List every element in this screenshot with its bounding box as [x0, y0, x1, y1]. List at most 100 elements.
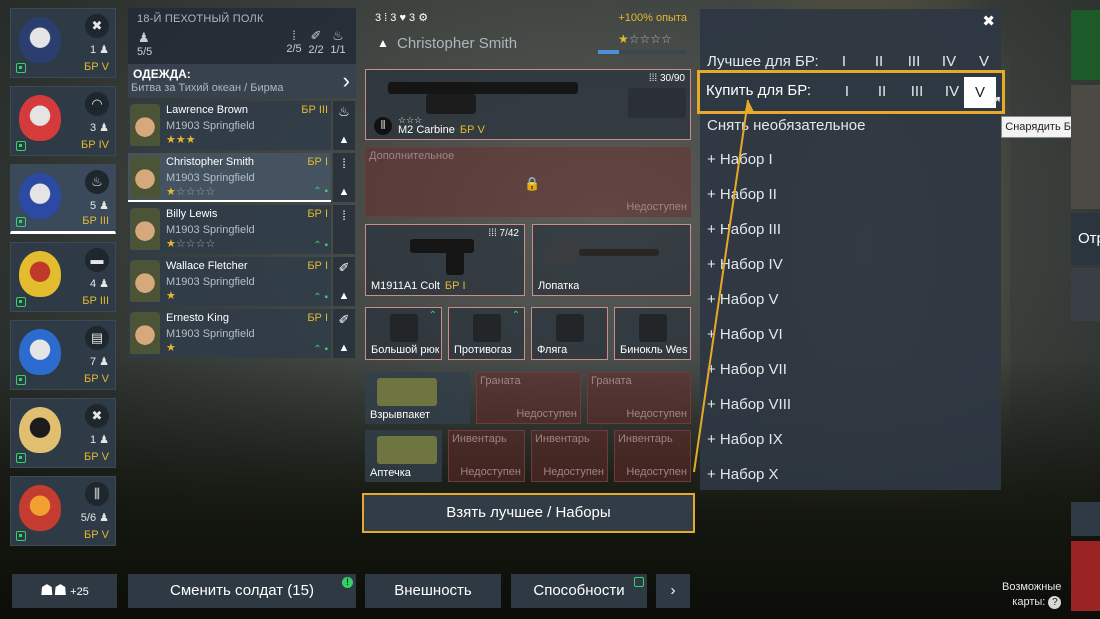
soldier-row[interactable]: Ernesto King M1903 Springfield БР I ★ ⌃ ▪ — [128, 309, 331, 358]
right-card-3[interactable]: Отр — [1071, 213, 1100, 265]
soldier-row[interactable]: Lawrence Brown M1903 Springfield БР III ★★★ — [128, 101, 331, 150]
flame-slot-value: 1/1 — [330, 44, 346, 56]
melee-slot[interactable]: Лопатка — [532, 224, 691, 296]
carbine-mag-thumbnail — [628, 88, 686, 118]
right-card-5[interactable] — [1071, 502, 1100, 536]
upgrade-available-icon — [16, 63, 26, 73]
soldier-row[interactable]: Christopher Smith M1903 Springfield БР I ★☆… — [128, 153, 331, 202]
soldier-row[interactable]: Billy Lewis M1903 Springfield БР I ★☆☆☆☆ ⌃ ▪ — [128, 205, 331, 254]
best-br-1[interactable]: I — [833, 53, 855, 70]
right-card-1[interactable] — [1071, 10, 1100, 80]
gear-slot[interactable]: ⌃ Противогаз — [448, 307, 525, 360]
squad-emblem — [19, 329, 61, 375]
soldier-row[interactable]: Wallace Fletcher M1903 Springfield БР I ★ ⌃ … — [128, 257, 331, 306]
buy-br-4[interactable]: IV — [941, 83, 963, 100]
item-image — [377, 436, 437, 464]
best-br-2[interactable]: II — [868, 53, 890, 70]
item-name: Взрывпакет — [370, 409, 431, 421]
gear-slot[interactable]: Бинокль Westinghouse — [614, 307, 691, 360]
group-icon: ☗☗ — [40, 582, 68, 599]
class-icon: ⁞ — [342, 156, 346, 171]
regiment-header: 18-Й ПЕХОТНЫЙ ПОЛК ♟ 5/5 ⁞ 2/5 ✐ 2/2 ♨ 1… — [128, 8, 356, 66]
squad-list: ✖ 1 ♟ БР V ◠ 3 ♟ БР IV ♨ 5 ♟ БР III ▬ 4 ♟ БР III ▤ 7 … — [10, 8, 118, 553]
soldier-row-name: Lawrence Brown — [166, 104, 248, 116]
soldier-row-stars: ★☆☆☆☆ — [166, 185, 215, 198]
stars-filled: ★ — [166, 290, 176, 302]
change-soldier-button[interactable]: Сменить солдат (15) ! — [128, 574, 356, 608]
soldier-row-stars: ★ — [166, 341, 176, 354]
next-button[interactable]: › — [656, 574, 690, 608]
squad-br: БР IV — [80, 139, 109, 151]
crossed-guns-icon: ✖ — [85, 14, 109, 38]
right-card-4[interactable] — [1071, 268, 1100, 321]
squad-card[interactable]: ♨ 5 ♟ БР III — [10, 164, 116, 234]
appearance-button[interactable]: Внешность — [365, 574, 501, 608]
squad-bonus-value: +25 — [70, 586, 89, 598]
squad-count: 1 ♟ — [89, 434, 109, 446]
right-card-2[interactable] — [1071, 85, 1100, 209]
stars-empty: ☆☆☆☆ — [175, 238, 216, 250]
rank-icon: ▲ — [338, 342, 350, 354]
squad-card[interactable]: ▬ 4 ♟ БР III — [10, 242, 116, 312]
abilities-button[interactable]: Способности — [511, 574, 647, 608]
squad-card[interactable]: ⫼ 5/6 ♟ БР V — [10, 476, 116, 546]
xp-bonus: +100% опыта — [618, 12, 687, 24]
primary-ammo: ⁞⁞⁞ 30/90 — [648, 73, 685, 84]
gear-name: Большой рюкзак — [371, 344, 439, 356]
squad-count: 4 ♟ — [89, 278, 109, 290]
help-icon[interactable]: ? — [1048, 596, 1062, 609]
soldier-class-indicator: ⁞ — [333, 205, 355, 254]
locked-item-slot: Инвентарь Недоступен — [614, 430, 691, 482]
class-icon: ♨ — [338, 104, 350, 119]
squad-emblem — [19, 95, 61, 141]
pistol-slot[interactable]: ⁞⁞⁞ 7/42 M1911A1 Colt БР I — [365, 224, 525, 296]
primary-weapon-label: M2 Carbine БР V — [398, 124, 485, 136]
take-best-button[interactable]: Взять лучшее / Наборы — [362, 493, 695, 533]
item-slot-status: Недоступен — [626, 408, 687, 420]
best-br-3[interactable]: III — [903, 53, 925, 70]
item-slot-title: Инвентарь — [535, 433, 590, 445]
soldier-row-name: Ernesto King — [166, 312, 229, 324]
change-soldier-label: Сменить солдат (15) — [170, 582, 314, 599]
soldier-avatar — [130, 104, 160, 146]
upgrade-arrow-icon: ⌃ ▪ — [313, 186, 328, 197]
upgrade-available-icon — [16, 531, 26, 541]
primary-weapon-name: M2 Carbine — [398, 124, 455, 136]
squad-card[interactable]: ✖ 1 ♟ БР V — [10, 398, 116, 468]
squad-bonus-button[interactable]: ☗☗ +25 — [12, 574, 117, 608]
regiment-count: 5/5 — [137, 46, 153, 58]
squad-count: 5/6 ♟ — [80, 512, 109, 524]
class-icon: ⁞ — [342, 208, 346, 223]
gear-slot[interactable]: ⌃ Большой рюкзак — [365, 307, 442, 360]
gear-slot[interactable]: Фляга — [531, 307, 608, 360]
best-br-5[interactable]: V — [973, 53, 995, 70]
squad-card[interactable]: ▤ 7 ♟ БР V — [10, 320, 116, 390]
abilities-label: Способности — [533, 582, 625, 599]
outfit-selector[interactable]: ОДЕЖДА: Битва за Тихий океан / Бирма › — [128, 64, 356, 98]
stars-filled: ★ — [618, 32, 629, 46]
soldier-row-weapon: M1903 Springfield — [166, 120, 255, 132]
maps-note-line2: карты: — [1012, 596, 1046, 608]
close-icon[interactable]: ✖ — [982, 12, 995, 30]
buy-br-3[interactable]: III — [906, 83, 928, 100]
soldier-row-weapon: M1903 Springfield — [166, 276, 255, 288]
carbine-image — [388, 82, 578, 94]
buy-br-1[interactable]: I — [836, 83, 858, 100]
squad-count: 3 ♟ — [89, 122, 109, 134]
squad-br: БР III — [82, 295, 109, 307]
right-card-6[interactable] — [1071, 541, 1100, 611]
primary-weapon-slot[interactable]: ⁞⁞⁞ 30/90 ☆☆☆ ⫼ M2 Carbine БР V — [365, 69, 691, 140]
item-slot[interactable]: Аптечка — [365, 430, 442, 482]
chevron-right-icon: › — [342, 68, 350, 93]
pistol-label: M1911A1 Colt БР I — [371, 280, 466, 292]
buy-br-2[interactable]: II — [871, 83, 893, 100]
class-icon: ✐ — [338, 260, 350, 275]
modifications-icon[interactable]: ⫼ — [374, 117, 392, 135]
squad-card[interactable]: ✖ 1 ♟ БР V — [10, 8, 116, 78]
squad-emblem — [19, 485, 61, 531]
item-slot[interactable]: Взрывпакет — [365, 372, 470, 424]
best-br-4[interactable]: IV — [938, 53, 960, 70]
item-slot-status: Недоступен — [516, 408, 577, 420]
squad-card[interactable]: ◠ 3 ♟ БР IV — [10, 86, 116, 156]
right-card-text: Отр — [1078, 230, 1100, 247]
